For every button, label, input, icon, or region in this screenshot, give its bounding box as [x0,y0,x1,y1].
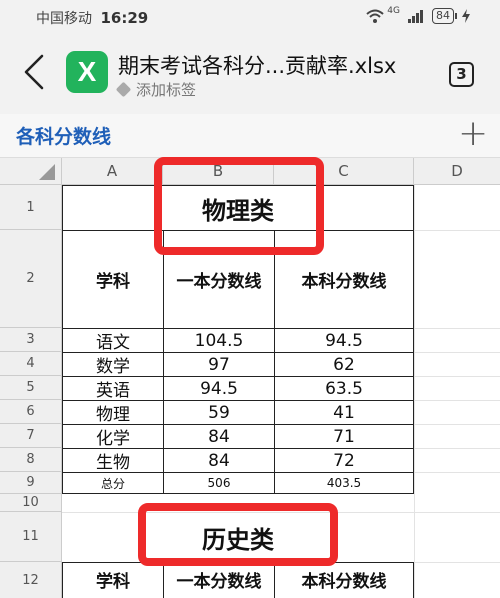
row-header-1[interactable]: 1 [0,185,62,230]
file-title: 期末考试各科分...贡献率.xlsx [118,54,397,78]
open-tabs-button[interactable]: 3 [449,62,474,87]
gridline [414,230,500,231]
gridline [414,472,500,473]
add-sheet-button[interactable]: + [458,116,488,152]
table1-cell-undergrad[interactable]: 62 [274,352,414,376]
row-header-8[interactable]: 8 [0,448,62,472]
table1-cell-subject[interactable]: 物理 [62,400,163,425]
signal-icon [408,10,423,23]
chevron-left-icon [24,54,44,90]
gridline [414,185,415,598]
gridline [414,424,500,425]
table1-cell-undergrad[interactable]: 41 [274,400,414,424]
column-header-a[interactable]: A [62,158,163,185]
table1-cell-tier1[interactable]: 84 [163,448,274,472]
charging-icon [462,9,470,23]
gridline [414,448,500,449]
highlight-box-history [138,503,338,566]
table1-cell-tier1[interactable]: 59 [163,400,274,424]
table2-header-tier1[interactable]: 一本分数线 [163,562,274,598]
row-header-12[interactable]: 12 [0,562,62,598]
gridline [414,400,500,401]
row-header-9[interactable]: 9 [0,472,62,494]
table1-cell-undergrad[interactable]: 71 [274,424,414,448]
table1-cell-undergrad[interactable]: 72 [274,448,414,472]
row-header-4[interactable]: 4 [0,352,62,376]
table1-header-subject[interactable]: 学科 [62,230,163,328]
battery-level: 84 [436,9,450,22]
row-header-10[interactable]: 10 [0,494,62,512]
sheet-tab-active[interactable]: 各科分数线 [16,122,111,149]
row-header-3[interactable]: 3 [0,328,62,352]
table1-cell-undergrad[interactable]: 403.5 [274,472,414,494]
table1-cell-subject[interactable]: 语文 [62,328,163,353]
document-header: X 期末考试各科分...贡献率.xlsx 添加标签 3 [0,34,500,114]
add-tag-button[interactable]: 添加标签 [115,79,197,100]
table1-cell-subject[interactable]: 生物 [62,448,163,473]
highlight-box-physics [154,157,324,255]
row-header-2[interactable]: 2 [0,230,62,328]
gridline [414,376,500,377]
wifi-icon [366,9,384,23]
gridline [414,328,500,329]
table1-cell-subject[interactable]: 英语 [62,376,163,401]
table1-cell-tier1[interactable]: 104.5 [163,328,274,352]
table1-cell-tier1[interactable]: 94.5 [163,376,274,400]
battery-icon: 84 [432,8,457,24]
column-header-d[interactable]: D [414,158,500,185]
clock: 16:29 [100,9,149,27]
select-all-corner[interactable] [0,158,62,185]
table1-cell-undergrad[interactable]: 63.5 [274,376,414,400]
gridline [414,562,500,563]
row-header-6[interactable]: 6 [0,400,62,424]
table1-cell-tier1[interactable]: 97 [163,352,274,376]
status-bar: 中国移动 16:29 4G 84 [0,0,500,34]
table1-cell-undergrad[interactable]: 94.5 [274,328,414,352]
table2-header-undergrad[interactable]: 本科分数线 [274,562,414,598]
row-header-5[interactable]: 5 [0,376,62,400]
sheet-tab-bar: 各科分数线 + [0,114,500,158]
table1-cell-tier1[interactable]: 506 [163,472,274,494]
table1-cell-subject[interactable]: 总分 [62,472,163,494]
tag-icon [115,81,132,98]
excel-file-icon: X [66,51,108,93]
gridline [414,352,500,353]
table1-cell-subject[interactable]: 化学 [62,424,163,449]
row-header-7[interactable]: 7 [0,424,62,448]
table1-cell-tier1[interactable]: 84 [163,424,274,448]
carrier-label: 中国移动 [36,11,92,27]
table2-header-subject[interactable]: 学科 [62,562,163,598]
row-header-11[interactable]: 11 [0,512,62,562]
signal-label: 4G [387,6,400,16]
back-button[interactable] [20,52,50,92]
add-tag-label: 添加标签 [136,81,197,99]
table1-cell-subject[interactable]: 数学 [62,352,163,377]
